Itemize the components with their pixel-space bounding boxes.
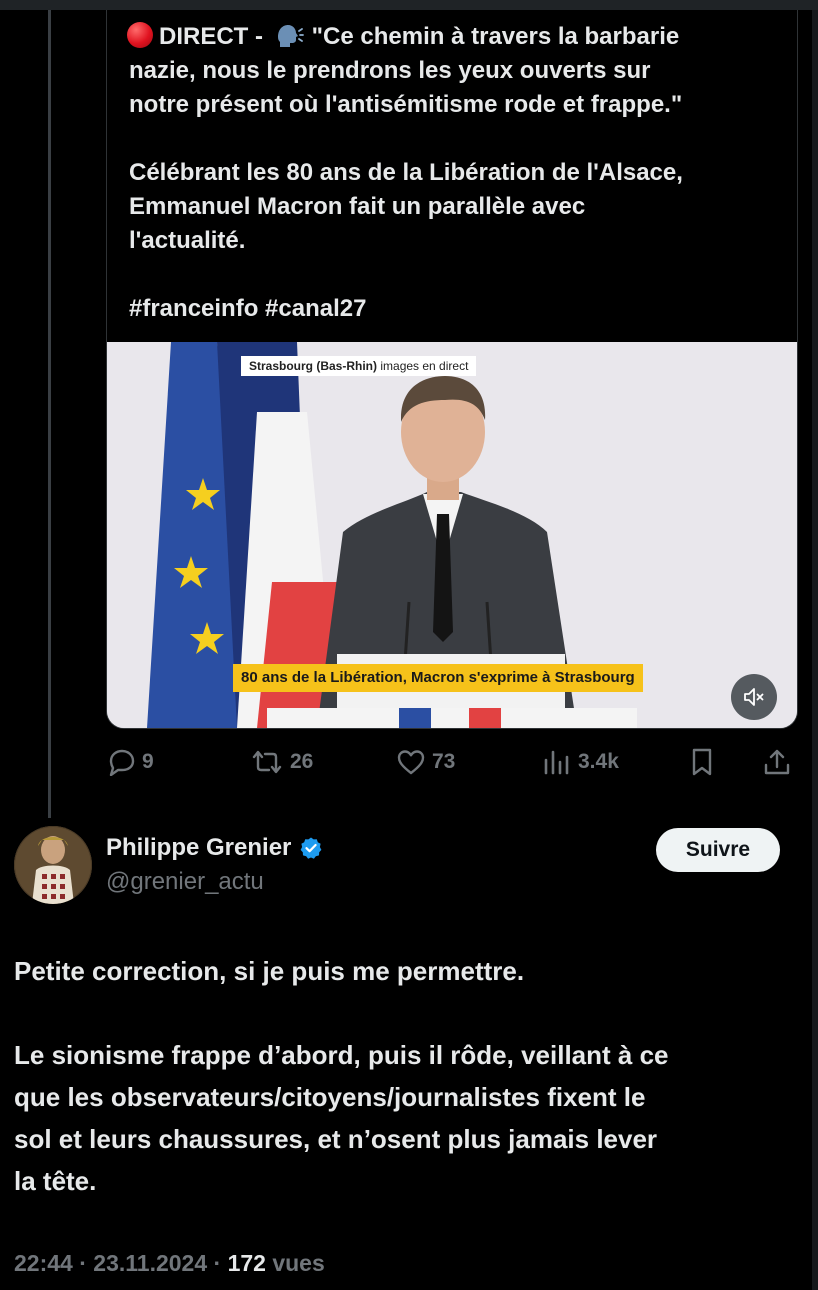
author-avatar[interactable] <box>14 826 92 904</box>
tweet-line-1: Le sionisme frappe d’abord, puis il rôde… <box>14 1040 669 1070</box>
tweet-body: Petite correction, si je puis me permett… <box>14 950 804 1202</box>
muted-speaker-icon <box>744 688 764 706</box>
tweet-views-label: vues <box>272 1250 325 1276</box>
bookmark-icon <box>692 748 712 776</box>
reply-icon <box>109 749 135 776</box>
repost-count: 26 <box>290 750 314 773</box>
mute-button[interactable] <box>731 674 777 720</box>
tweet-date[interactable]: 23.11.2024 <box>93 1250 207 1276</box>
reply-button[interactable]: 9 <box>106 742 154 782</box>
quote-line3: notre présent où l'antisémitisme rode et… <box>129 91 683 118</box>
like-count: 73 <box>432 750 456 773</box>
author-name-text: Philippe Grenier <box>106 834 292 861</box>
tweet-line-4: la tête. <box>14 1166 97 1196</box>
quote-line2: nazie, nous le prendrons les yeux ouvert… <box>129 57 651 84</box>
views-bar-chart-icon <box>544 750 569 775</box>
speaking-head-icon <box>277 25 304 47</box>
heart-icon <box>397 750 425 775</box>
avatar-image <box>14 826 92 904</box>
tweet-author-row: Philippe Grenier @grenier_actu Suivre <box>14 826 804 906</box>
tweet-views-count: 172 <box>227 1250 266 1276</box>
share-icon <box>764 749 790 775</box>
context-line3: l'actualité. <box>129 227 246 254</box>
share-button[interactable] <box>762 742 798 782</box>
location-label: Strasbourg (Bas-Rhin) images en direct <box>241 356 477 376</box>
hashtags[interactable]: #franceinfo #canal27 <box>129 295 366 322</box>
location-name: Strasbourg (Bas-Rhin) <box>249 359 378 373</box>
video-player[interactable]: 80 ans de la Libération de Strasbourg St… <box>107 342 797 728</box>
views-button[interactable]: 3.4k <box>542 742 619 782</box>
author-name[interactable]: Philippe Grenier <box>106 834 323 862</box>
tweet-time[interactable]: 22:44 <box>14 1250 73 1276</box>
author-handle[interactable]: @grenier_actu <box>106 868 264 896</box>
tweet-meta: 22:44 · 23.11.2024 · 172 vues <box>14 1250 325 1276</box>
quoted-tweet-actions: 9 26 73 3.4k <box>106 742 796 782</box>
thread-connector-line <box>48 10 51 818</box>
quote-line1: "Ce chemin à travers la barbarie <box>311 23 680 50</box>
repost-icon <box>252 750 282 774</box>
follow-button[interactable]: Suivre <box>656 828 780 872</box>
tweet-paragraph-1: Petite correction, si je puis me permett… <box>14 956 525 986</box>
tweet-line-3: sol et leurs chaussures, et n’osent plus… <box>14 1124 658 1154</box>
live-images-label: images en direct <box>380 359 469 373</box>
bookmark-button[interactable] <box>688 742 722 782</box>
reply-count: 9 <box>142 750 154 773</box>
quoted-tweet-text: DIRECT - "Ce chemin à travers la barbari… <box>127 20 779 326</box>
like-button[interactable]: 73 <box>396 742 455 782</box>
top-status-strip <box>0 0 818 10</box>
views-count: 3.4k <box>578 750 619 773</box>
red-circle-icon <box>127 22 153 48</box>
right-frame-edge <box>812 10 818 1290</box>
quoted-tweet-card[interactable]: DIRECT - "Ce chemin à travers la barbari… <box>106 10 798 729</box>
tweet-line-2: que les observateurs/citoyens/journalist… <box>14 1082 646 1112</box>
context-line1: Célébrant les 80 ans de la Libération de… <box>129 159 683 186</box>
tweet-paragraph-2: Le sionisme frappe d’abord, puis il rôde… <box>14 1034 804 1202</box>
repost-button[interactable]: 26 <box>250 742 313 782</box>
direct-label: DIRECT - <box>159 23 263 50</box>
context-line2: Emmanuel Macron fait un parallèle avec <box>129 193 586 220</box>
video-caption: 80 ans de la Libération, Macron s'exprim… <box>233 664 643 692</box>
verified-badge-icon <box>300 837 322 859</box>
